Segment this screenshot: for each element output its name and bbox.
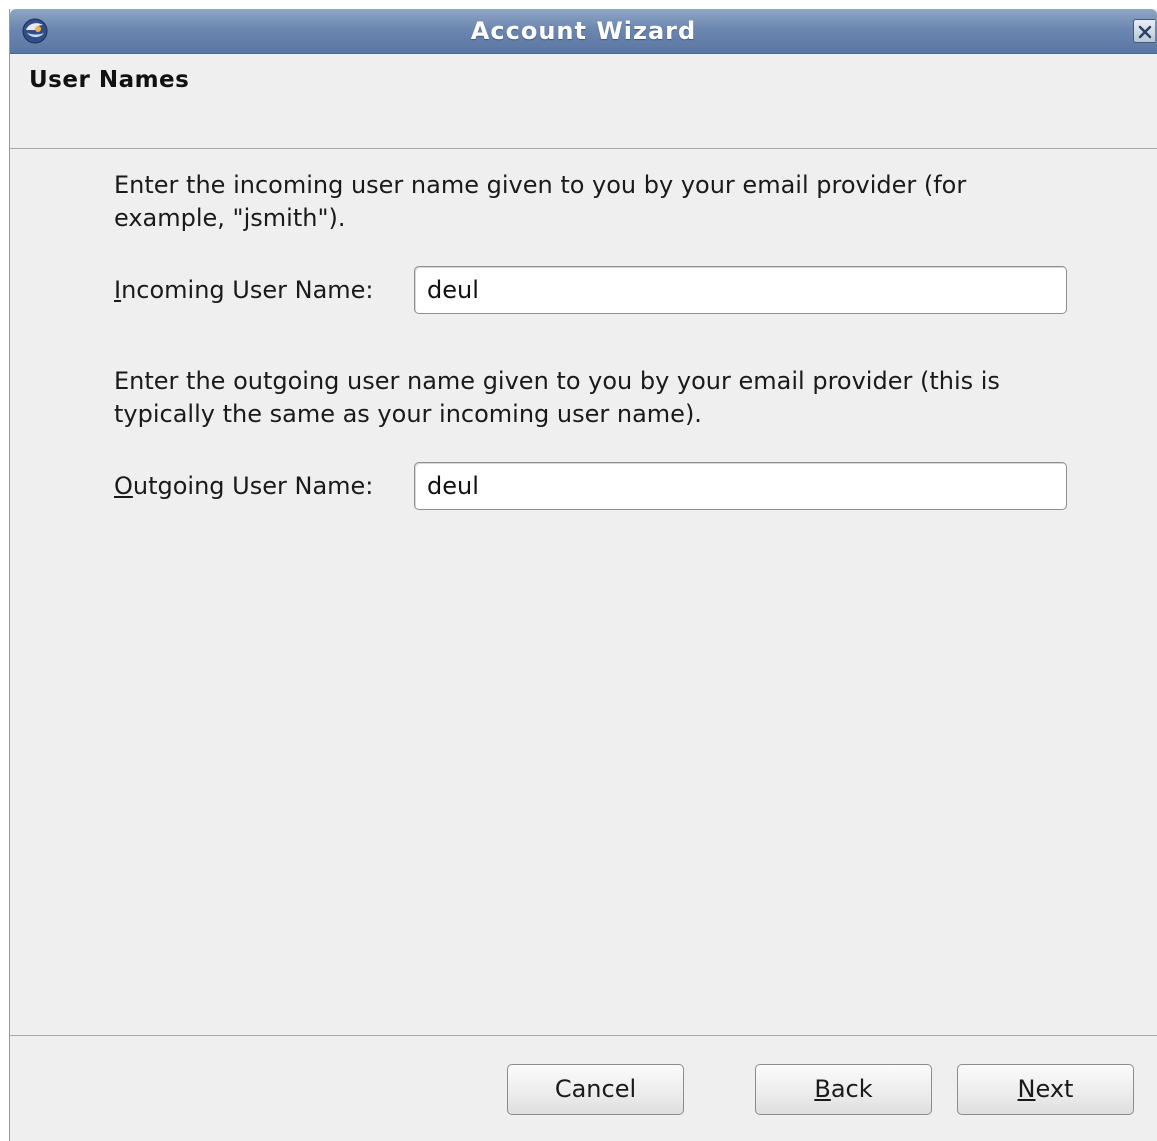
next-button-label: ext [1035, 1075, 1074, 1103]
next-button-mnemonic: N [1017, 1075, 1036, 1103]
outgoing-user-name-label: Outgoing User Name: [114, 472, 414, 500]
next-button[interactable]: Next [957, 1064, 1134, 1115]
back-button-label: ack [830, 1075, 873, 1103]
window-title: Account Wizard [470, 17, 697, 45]
back-button[interactable]: Back [755, 1064, 932, 1115]
outgoing-user-name-row: Outgoing User Name: [114, 461, 1074, 511]
back-button-mnemonic: B [814, 1075, 831, 1103]
outgoing-description: Enter the outgoing user name given to yo… [114, 367, 1000, 428]
outgoing-label-text: utgoing User Name: [132, 472, 374, 500]
incoming-user-name-row: Incoming User Name: [114, 265, 1074, 315]
incoming-label-text: ncoming User Name: [121, 276, 374, 304]
cancel-button[interactable]: Cancel [507, 1064, 684, 1115]
outgoing-user-name-input[interactable] [414, 462, 1067, 510]
outgoing-label-mnemonic: O [114, 472, 133, 500]
account-wizard-window: Account Wizard User Names Enter the inco… [9, 9, 1157, 1141]
incoming-user-name-label: Incoming User Name: [114, 276, 414, 304]
incoming-user-name-input[interactable] [414, 266, 1067, 314]
footer-separator [10, 1035, 1157, 1036]
close-icon[interactable] [1133, 19, 1155, 43]
cancel-button-label: Cancel [554, 1075, 637, 1103]
page-title: User Names [29, 67, 190, 93]
wizard-content: Enter the incoming user name given to yo… [114, 169, 1074, 511]
title-bar[interactable]: Account Wizard [10, 9, 1157, 54]
wizard-header: User Names [10, 53, 1157, 149]
incoming-description: Enter the incoming user name given to yo… [114, 171, 967, 232]
